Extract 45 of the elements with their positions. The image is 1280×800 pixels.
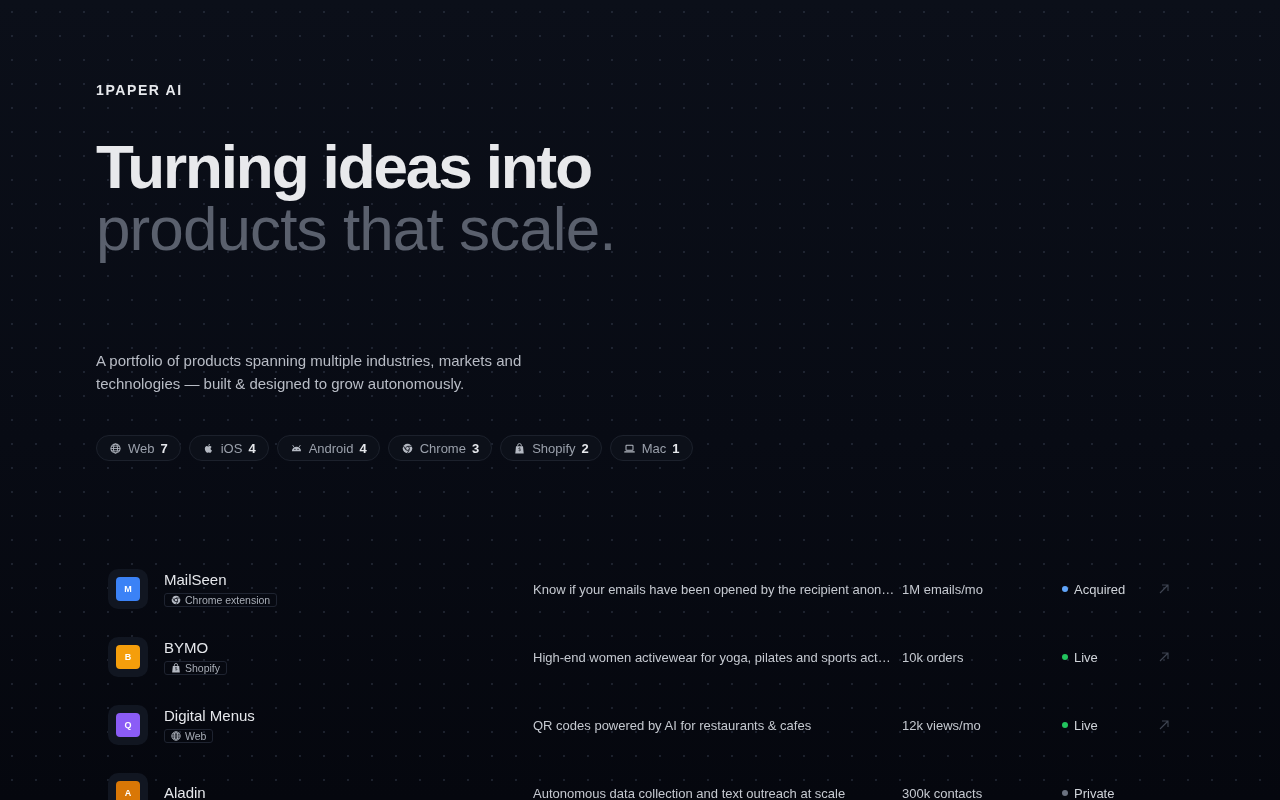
product-metric: 1M emails/mo xyxy=(902,581,983,597)
platform-filter-button[interactable]: Mac 1 xyxy=(609,435,693,461)
status-label: Acquired xyxy=(1074,581,1126,597)
platform-tag: Web xyxy=(164,729,214,743)
status-label: Live xyxy=(1074,717,1098,733)
product-description: High-end women activewear for yoga, pilates and sports act… xyxy=(533,649,891,665)
headline-subline: products that scale. xyxy=(96,202,616,264)
app-logo: Q xyxy=(116,713,140,737)
platform-tag: Chrome extension xyxy=(164,593,278,607)
shopping-bag-icon xyxy=(171,663,181,673)
product-name: MailSeen xyxy=(164,571,227,589)
app-logo: B xyxy=(116,645,140,669)
chrome-icon xyxy=(171,595,181,605)
headline: Turning ideas into xyxy=(96,140,591,202)
product-description: Autonomous data collection and text outreach at scale xyxy=(533,785,846,800)
status-label: Private xyxy=(1074,785,1115,800)
product-metric: 12k views/mo xyxy=(902,717,981,733)
product-metric: 300k contacts xyxy=(902,785,983,800)
platform-filter-button[interactable]: iOS 4 xyxy=(188,435,269,461)
app-logo: A xyxy=(116,781,140,800)
platform-filter-button[interactable]: Web 7 xyxy=(96,435,181,461)
product-name: Aladin xyxy=(164,784,206,800)
brand-name: 1PAPER AI xyxy=(96,81,183,100)
android-icon xyxy=(290,442,302,454)
apple-icon xyxy=(202,442,214,454)
platform-filter-button[interactable]: Shopify 2 xyxy=(500,435,602,461)
intro-paragraph: A portfolio of products spanning multiple industries, markets and technologies — built & designed to grow autonomously. xyxy=(96,351,523,394)
status-label: Live xyxy=(1074,649,1098,665)
globe-icon xyxy=(110,442,121,454)
chrome-icon xyxy=(401,442,413,454)
globe-icon xyxy=(171,731,181,741)
shopping-bag-icon xyxy=(514,442,526,454)
product-metric: 10k orders xyxy=(902,649,964,665)
product-description: Know if your emails have been opened by the recipient anon… xyxy=(533,581,895,597)
product-name: BYMO xyxy=(164,639,209,657)
platform-tag: Shopify xyxy=(164,661,228,675)
product-name: Digital Menus xyxy=(164,707,255,725)
arrow-up-right-icon[interactable] xyxy=(1159,584,1169,594)
laptop-icon xyxy=(623,442,635,454)
arrow-up-right-icon[interactable] xyxy=(1159,720,1169,730)
product-description: QR codes powered by AI for restaurants & cafes xyxy=(533,717,812,733)
platform-filter-button[interactable]: Chrome 3 xyxy=(387,435,493,461)
app-logo: M xyxy=(116,577,140,601)
arrow-up-right-icon[interactable] xyxy=(1159,652,1169,662)
platform-filter-button[interactable]: Android 4 xyxy=(276,435,380,461)
